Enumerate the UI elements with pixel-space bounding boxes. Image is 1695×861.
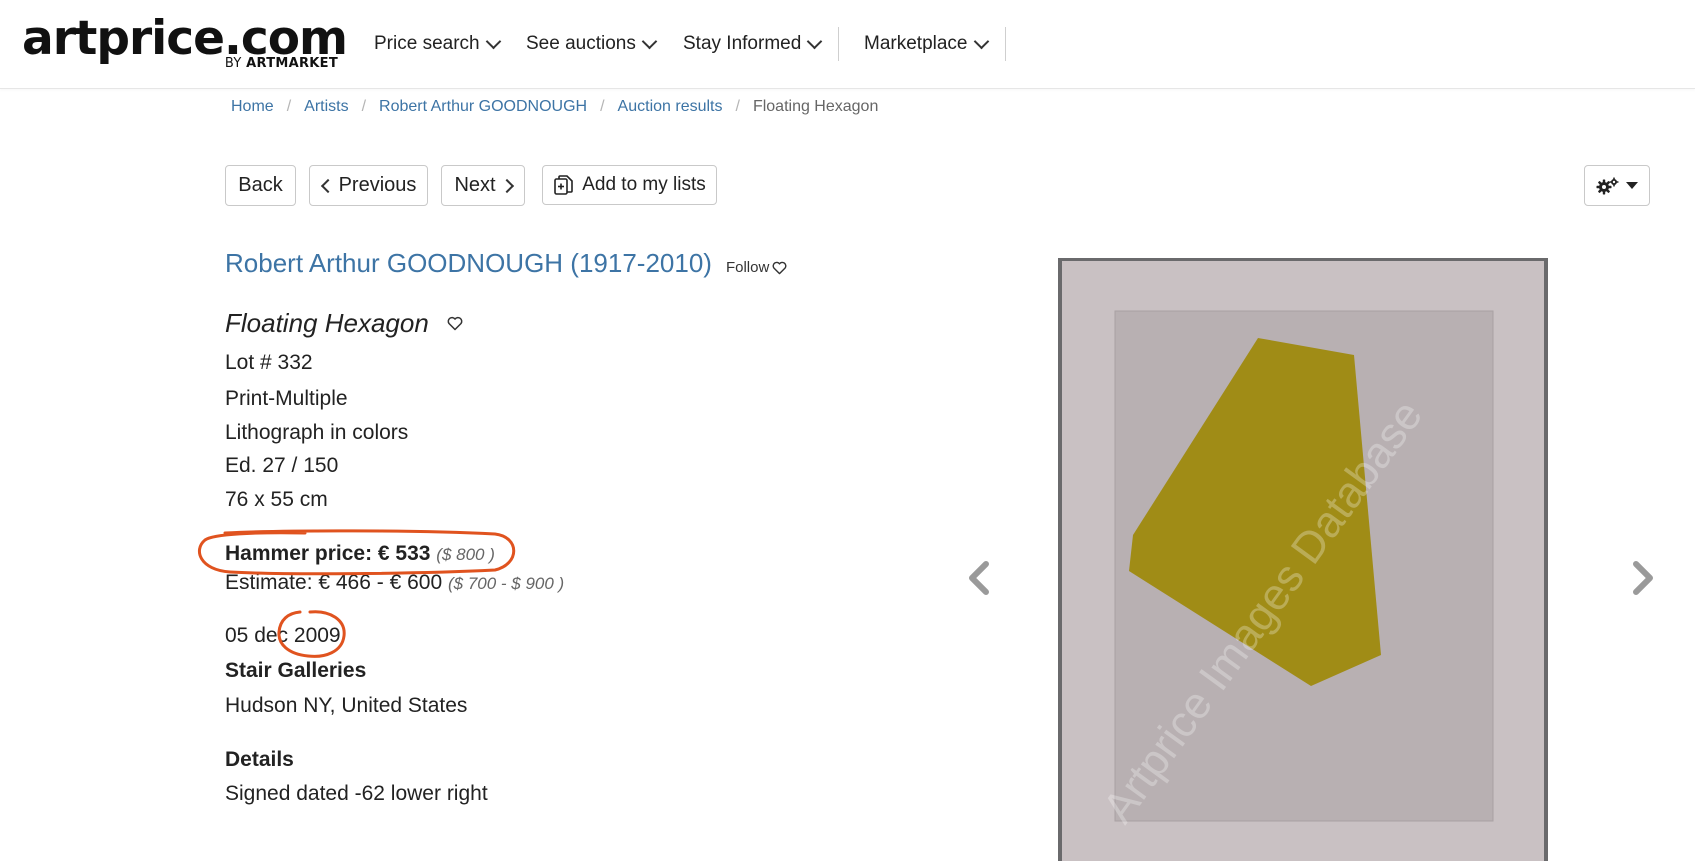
chevron-left-icon xyxy=(969,561,989,595)
chevron-left-icon xyxy=(320,178,335,193)
follow-button[interactable]: Follow xyxy=(726,259,787,276)
estimate: Estimate: € 466 - € 600 ($ 700 - $ 900 ) xyxy=(225,571,564,595)
breadcrumb-separator: / xyxy=(600,98,605,115)
next-button[interactable]: Next xyxy=(441,165,525,206)
artwork-medium: Lithograph in colors xyxy=(225,421,409,444)
gears-icon xyxy=(1596,176,1620,196)
previous-button[interactable]: Previous xyxy=(309,165,428,206)
artwork-category: Print-Multiple xyxy=(225,387,348,410)
breadcrumb-separator: / xyxy=(286,98,292,115)
logo-brand: ARTMARKET xyxy=(246,56,338,71)
chevron-right-icon xyxy=(1633,561,1653,595)
back-button-label: Back xyxy=(238,174,283,196)
chevron-down-icon xyxy=(973,33,989,50)
nav-marketplace-label: Marketplace xyxy=(864,33,968,54)
auction-house: Stair Galleries xyxy=(225,659,367,682)
nav-divider xyxy=(838,27,839,61)
add-to-list-icon xyxy=(553,174,575,196)
chevron-down-icon xyxy=(641,33,658,50)
favorite-button[interactable] xyxy=(447,316,463,331)
next-button-label: Next xyxy=(454,174,496,196)
nav-marketplace[interactable]: Marketplace xyxy=(864,30,989,58)
breadcrumb-auction-results[interactable]: Auction results xyxy=(618,98,723,116)
chevron-right-icon xyxy=(499,178,514,193)
sale-date: 05 dec 2009 xyxy=(225,624,341,647)
nav-stay-informed-label: Stay Informed xyxy=(683,33,802,54)
nav-divider xyxy=(1005,27,1006,61)
breadcrumb-artist[interactable]: Robert Arthur GOODNOUGH xyxy=(379,98,587,116)
hammer-price-value: Hammer price: € 533 xyxy=(225,542,431,565)
heart-icon xyxy=(447,316,463,331)
lot-number: Lot # 332 xyxy=(225,351,313,374)
artwork-edition: Ed. 27 / 150 xyxy=(225,454,339,477)
details-heading: Details xyxy=(225,748,294,771)
estimate-usd: ($ 700 - $ 900 ) xyxy=(447,574,565,593)
site-header: artprice.com BY ARTMARKET Price search S… xyxy=(0,0,1695,89)
add-to-lists-button[interactable]: Add to my lists xyxy=(542,165,717,205)
nav-price-search[interactable]: Price search xyxy=(374,30,501,58)
logo-by: BY xyxy=(224,56,242,71)
artwork-title-line: Floating Hexagon xyxy=(225,308,463,339)
breadcrumb: Home / Artists / Robert Arthur GOODNOUGH… xyxy=(231,98,878,116)
previous-image-arrow[interactable] xyxy=(962,558,996,598)
breadcrumb-artists[interactable]: Artists xyxy=(304,98,348,116)
logo-byline: BY ARTMARKET xyxy=(225,56,338,71)
breadcrumb-home[interactable]: Home xyxy=(231,98,274,116)
artwork-image[interactable]: Artprice Images Database xyxy=(1058,258,1548,861)
nav-price-search-label: Price search xyxy=(374,33,480,54)
add-to-lists-label: Add to my lists xyxy=(582,174,706,195)
artist-line: Robert Arthur GOODNOUGH (1917-2010) Foll… xyxy=(225,248,787,279)
estimate-value: Estimate: € 466 - € 600 xyxy=(225,571,443,594)
breadcrumb-separator: / xyxy=(361,98,367,115)
chevron-down-icon xyxy=(485,33,501,50)
artprice-logo[interactable]: artprice.com BY ARTMARKET xyxy=(22,14,348,74)
previous-button-label: Previous xyxy=(338,174,417,196)
nav-see-auctions[interactable]: See auctions xyxy=(526,30,658,58)
back-button[interactable]: Back xyxy=(225,165,296,206)
heart-icon xyxy=(772,261,787,274)
artwork-title: Floating Hexagon xyxy=(225,308,429,338)
settings-dropdown-button[interactable] xyxy=(1584,165,1650,206)
details-text: Signed dated -62 lower right xyxy=(225,782,488,805)
chevron-down-icon xyxy=(807,33,823,50)
caret-down-icon xyxy=(1626,182,1638,189)
next-image-arrow[interactable] xyxy=(1626,558,1660,598)
artist-name-link[interactable]: Robert Arthur GOODNOUGH (1917-2010) xyxy=(225,248,712,279)
nav-see-auctions-label: See auctions xyxy=(526,33,636,54)
follow-label: Follow xyxy=(725,259,770,276)
hammer-price: Hammer price: € 533 ($ 800 ) xyxy=(225,542,495,566)
breadcrumb-separator: / xyxy=(735,98,740,115)
artwork-dimensions: 76 x 55 cm xyxy=(225,488,328,511)
auction-location: Hudson NY, United States xyxy=(225,694,468,717)
nav-stay-informed[interactable]: Stay Informed xyxy=(683,30,823,58)
hammer-price-usd: ($ 800 ) xyxy=(436,545,495,564)
breadcrumb-current: Floating Hexagon xyxy=(752,98,879,115)
